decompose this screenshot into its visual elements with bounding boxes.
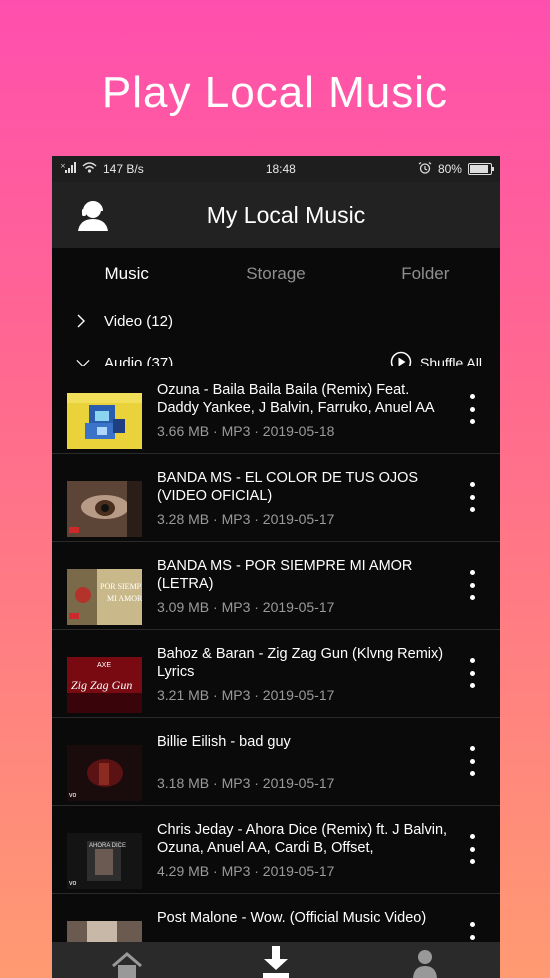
- app-bar: My Local Music: [52, 182, 500, 248]
- more-options-icon[interactable]: [466, 658, 478, 688]
- tab-music[interactable]: Music: [52, 264, 201, 284]
- thumbnail-image: POR SIEMPRE MI AMOR: [67, 569, 142, 625]
- signal-icon: ×: [60, 162, 76, 176]
- promo-title: Play Local Music: [101, 68, 449, 117]
- thumbnail-image: vo: [67, 745, 142, 801]
- more-options-icon[interactable]: [466, 482, 478, 512]
- song-title: Chris Jeday - Ahora Dice (Remix) ft. J B…: [157, 822, 448, 856]
- user-headset-icon[interactable]: [76, 198, 110, 232]
- thumbnail-image: [67, 481, 142, 537]
- profile-icon[interactable]: [405, 944, 445, 978]
- svg-text:vo: vo: [69, 792, 77, 799]
- svg-text:×: ×: [60, 162, 66, 170]
- svg-text:MI AMOR: MI AMOR: [107, 594, 142, 603]
- group-video[interactable]: Video (12): [52, 300, 500, 342]
- more-options-icon[interactable]: [466, 746, 478, 776]
- svg-text:vo: vo: [69, 880, 77, 887]
- svg-text:POR SIEMPRE: POR SIEMPRE: [100, 582, 142, 591]
- svg-text:AXE: AXE: [97, 662, 111, 669]
- bottom-nav: [52, 942, 500, 978]
- tab-bar: Music Storage Folder: [52, 248, 500, 300]
- song-meta: 3.66 MB · MP3 · 2019-05-18: [157, 423, 335, 439]
- more-options-icon[interactable]: [466, 570, 478, 600]
- page-title: My Local Music: [206, 201, 366, 228]
- song-title: Ozuna - Baila Baila Baila (Remix) Feat. …: [157, 382, 435, 416]
- song-meta: 3.28 MB · MP3 · 2019-05-17: [157, 511, 335, 527]
- more-options-icon[interactable]: [466, 394, 478, 424]
- svg-text:Zig Zag Gun: Zig Zag Gun: [71, 678, 132, 692]
- list-item[interactable]: vo Billie Eilish - bad guy 3.18 MB · MP3…: [52, 718, 500, 806]
- list-item[interactable]: AXE Zig Zag Gun Bahoz & Baran - Zig Zag …: [52, 630, 500, 718]
- home-icon[interactable]: [107, 944, 147, 978]
- network-speed: 147 B/s: [103, 162, 144, 176]
- song-title: BANDA MS - EL COLOR DE TUS OJOS (VIDEO O…: [157, 470, 419, 504]
- song-meta: 3.21 MB · MP3 · 2019-05-17: [157, 687, 335, 703]
- song-meta: 3.09 MB · MP3 · 2019-05-17: [157, 599, 335, 615]
- tab-storage[interactable]: Storage: [201, 264, 350, 284]
- thumbnail-image: AXE Zig Zag Gun: [67, 657, 142, 713]
- download-icon[interactable]: [256, 944, 296, 978]
- list-item[interactable]: Ozuna - Baila Baila Baila (Remix) Feat. …: [52, 366, 500, 454]
- thumbnail-image: [67, 393, 142, 449]
- song-meta: 3.18 MB · MP3 · 2019-05-17: [157, 775, 335, 791]
- audio-list: Ozuna - Baila Baila Baila (Remix) Feat. …: [52, 366, 500, 978]
- battery-icon: [467, 163, 494, 175]
- group-video-label: Video (12): [104, 312, 173, 330]
- status-bar: × 147 B/s 18:48 80%: [52, 156, 500, 182]
- song-title: Billie Eilish - bad guy: [157, 734, 291, 750]
- svg-text:AHORA DICE: AHORA DICE: [89, 843, 126, 849]
- song-title: Post Malone - Wow. (Official Music Video…: [157, 910, 427, 926]
- list-item[interactable]: POR SIEMPRE MI AMOR BANDA MS - POR SIEMP…: [52, 542, 500, 630]
- wifi-icon: [82, 162, 97, 176]
- song-title: BANDA MS - POR SIEMPRE MI AMOR (LETRA): [157, 558, 413, 592]
- more-options-icon[interactable]: [466, 834, 478, 864]
- song-title: Bahoz & Baran - Zig Zag Gun (Klvng Remix…: [157, 646, 444, 680]
- list-item[interactable]: AHORA DICE vo Chris Jeday - Ahora Dice (…: [52, 806, 500, 894]
- battery-percent: 80%: [437, 162, 462, 176]
- song-meta: 4.29 MB · MP3 · 2019-05-17: [157, 863, 335, 879]
- thumbnail-image: AHORA DICE vo: [67, 833, 142, 889]
- status-time: 18:48: [265, 162, 296, 176]
- tab-folder[interactable]: Folder: [351, 264, 500, 284]
- list-item[interactable]: BANDA MS - EL COLOR DE TUS OJOS (VIDEO O…: [52, 454, 500, 542]
- chevron-right-icon: [76, 314, 90, 328]
- alarm-icon: [418, 161, 432, 177]
- phone-screen: × 147 B/s 18:48 80% My Local Music Music…: [52, 156, 500, 978]
